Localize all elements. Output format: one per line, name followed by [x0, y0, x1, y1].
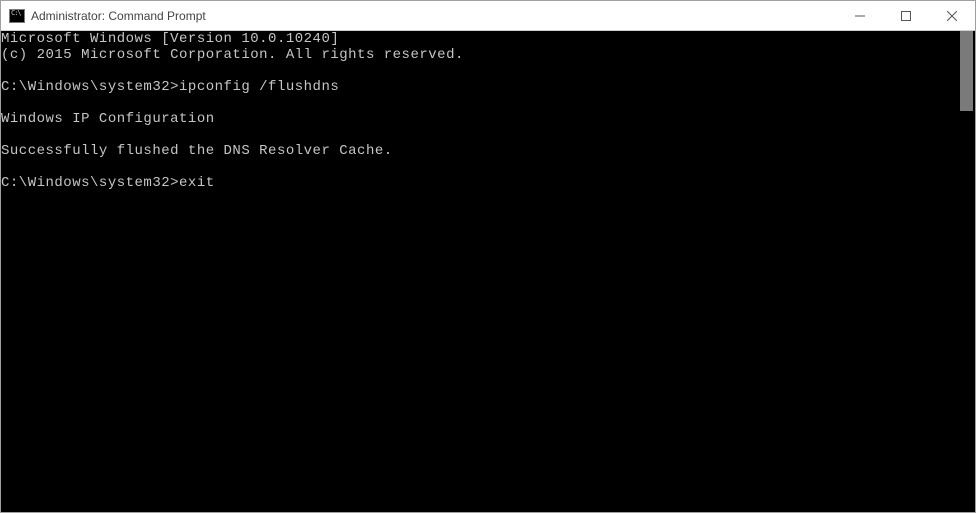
window-title: Administrator: Command Prompt [31, 9, 837, 23]
prompt-path: C:\Windows\system32> [1, 79, 179, 95]
close-button[interactable] [929, 1, 975, 30]
minimize-button[interactable] [837, 1, 883, 30]
blank-line [1, 127, 958, 143]
maximize-button[interactable] [883, 1, 929, 30]
banner-line: (c) 2015 Microsoft Corporation. All righ… [1, 47, 958, 63]
close-icon [947, 11, 957, 21]
minimize-icon [855, 11, 865, 21]
typed-command: exit [179, 175, 215, 191]
vertical-scrollbar[interactable] [958, 31, 975, 512]
prompt-line: C:\Windows\system32>ipconfig /flushdns [1, 79, 958, 95]
blank-line [1, 159, 958, 175]
scrollbar-track[interactable] [958, 31, 975, 512]
blank-line [1, 63, 958, 79]
output-line: Successfully flushed the DNS Resolver Ca… [1, 143, 958, 159]
titlebar[interactable]: Administrator: Command Prompt [1, 1, 975, 31]
terminal-output[interactable]: Microsoft Windows [Version 10.0.10240](c… [1, 31, 958, 512]
typed-command: ipconfig /flushdns [179, 79, 339, 95]
window-controls [837, 1, 975, 30]
prompt-path: C:\Windows\system32> [1, 175, 179, 191]
command-prompt-window: Administrator: Command Prompt Microsoft … [0, 0, 976, 513]
prompt-line: C:\Windows\system32>exit [1, 175, 958, 191]
client-area: Microsoft Windows [Version 10.0.10240](c… [1, 31, 975, 512]
blank-line [1, 95, 958, 111]
maximize-icon [901, 11, 911, 21]
banner-line: Microsoft Windows [Version 10.0.10240] [1, 31, 958, 47]
output-line: Windows IP Configuration [1, 111, 958, 127]
cmd-icon [9, 8, 25, 24]
scrollbar-thumb[interactable] [960, 31, 973, 111]
